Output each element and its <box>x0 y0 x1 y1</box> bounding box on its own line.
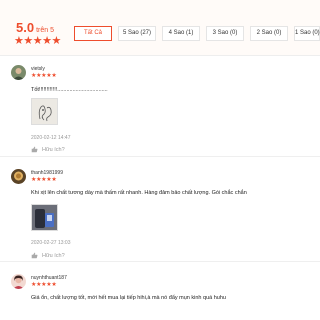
helpful-label: Hữu ích? <box>42 252 65 259</box>
review-username[interactable]: vietsly <box>31 66 45 72</box>
review-photo[interactable] <box>31 98 58 125</box>
review-stars: ★★★★★ <box>31 282 57 288</box>
review-date: 2020-02-27 13:03 <box>31 240 71 246</box>
filter-4-star-button[interactable]: 4 Sao (1) <box>162 26 200 41</box>
helpful-label: Hữu ích? <box>42 146 65 153</box>
thumbs-up-icon <box>31 146 38 153</box>
review-item: thanh1981999 ★★★★★ Khi xịt lên chất tươn… <box>0 157 320 262</box>
avatar[interactable] <box>11 274 26 289</box>
review-photo-image <box>32 205 57 230</box>
rating-stars: ★★★★★ <box>14 35 61 47</box>
review-text: Khi xịt lên chất tương dày mà thấm rất n… <box>31 190 247 196</box>
avatar-image <box>11 65 26 80</box>
rating-score-unit: trên 5 <box>36 27 54 34</box>
filter-3-star-button[interactable]: 3 Sao (0) <box>206 26 244 41</box>
rating-summary: 5.0 trên 5 ★★★★★ Tất Cả 5 Sao (27) 4 Sao … <box>0 0 320 56</box>
review-text: Giá ổn, chất lượng tốt, mới hết mua lại … <box>31 295 226 301</box>
review-date: 2020-02-12 14:47 <box>31 135 71 141</box>
avatar[interactable] <box>11 169 26 184</box>
review-item: nuynhthuant187 ★★★★★ Giá ổn, chất lượng … <box>0 262 320 320</box>
review-text: Tốt!!!!!!!!!!!!.........................… <box>31 87 108 93</box>
filter-1-star-button[interactable]: 1 Sao (0) <box>294 26 320 41</box>
helpful-button[interactable]: Hữu ích? <box>31 252 65 259</box>
review-photo-image <box>32 99 57 124</box>
filter-all-button[interactable]: Tất Cả <box>74 26 112 41</box>
review-stars: ★★★★★ <box>31 177 57 183</box>
helpful-button[interactable]: Hữu ích? <box>31 146 65 153</box>
avatar-image <box>11 169 26 184</box>
rating-score: 5.0 trên 5 <box>16 20 54 35</box>
thumbs-up-icon <box>31 252 38 259</box>
avatar[interactable] <box>11 65 26 80</box>
review-stars: ★★★★★ <box>31 73 57 79</box>
filter-5-star-button[interactable]: 5 Sao (27) <box>118 26 156 41</box>
review-item: vietsly ★★★★★ Tốt!!!!!!!!!!!!...........… <box>0 57 320 157</box>
avatar-image <box>11 274 26 289</box>
filter-2-star-button[interactable]: 2 Sao (0) <box>250 26 288 41</box>
review-username[interactable]: nuynhthuant187 <box>31 275 67 281</box>
review-photo[interactable] <box>31 204 58 231</box>
rating-score-value: 5.0 <box>16 20 35 35</box>
review-username[interactable]: thanh1981999 <box>31 170 63 176</box>
